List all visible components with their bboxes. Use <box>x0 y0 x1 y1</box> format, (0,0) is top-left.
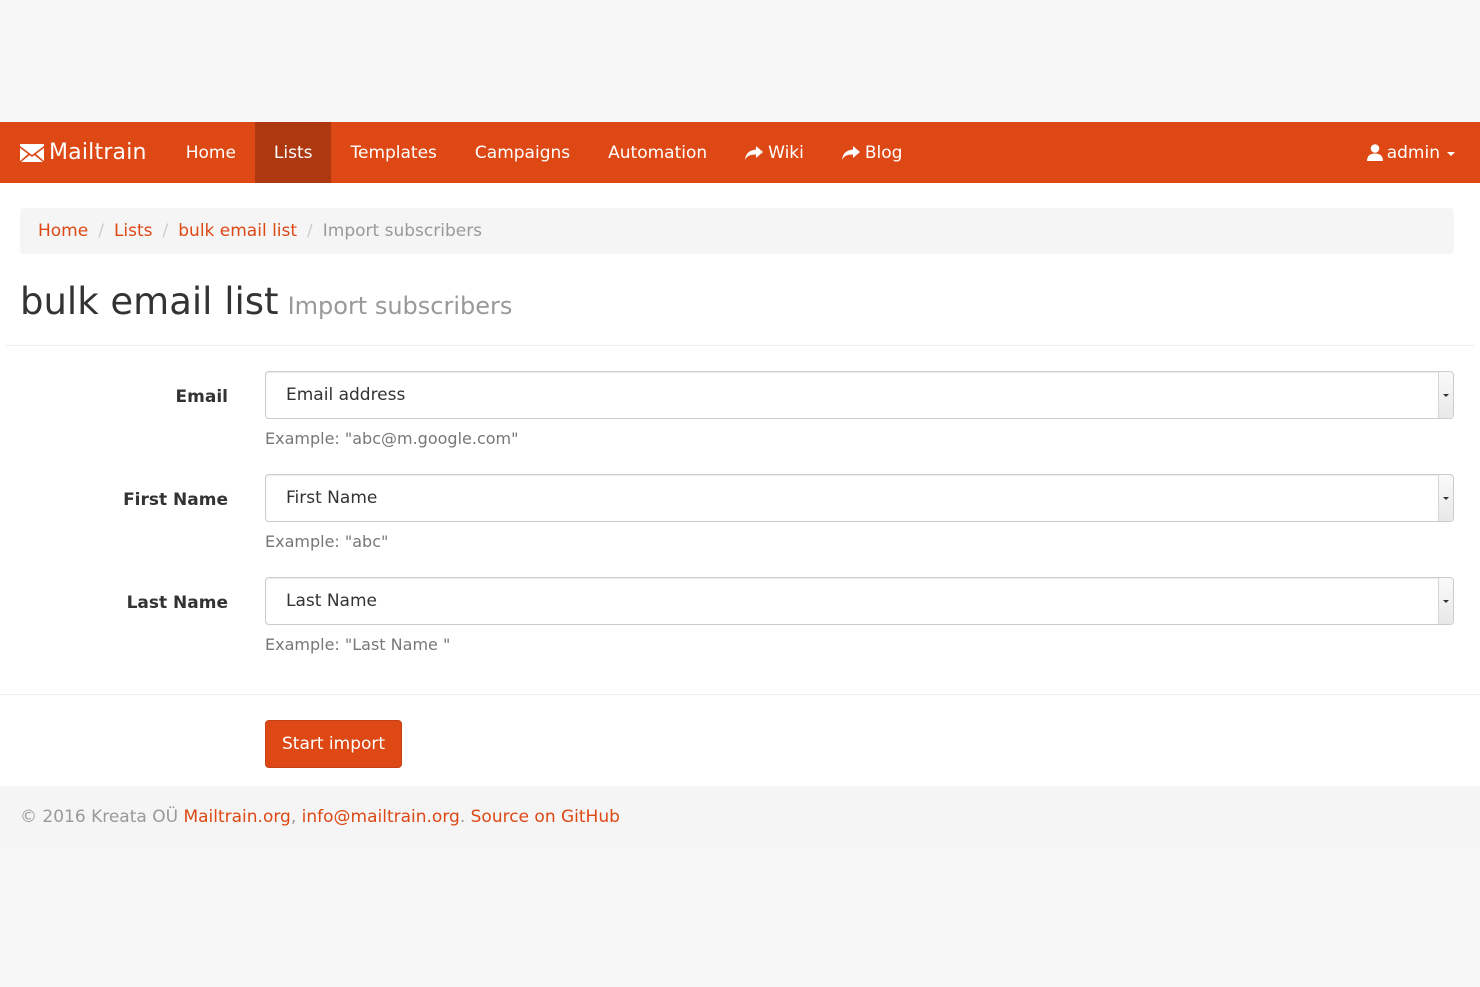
breadcrumb-home[interactable]: Home <box>38 221 88 241</box>
page-title: bulk email list <box>20 280 279 323</box>
breadcrumb-lists[interactable]: Lists <box>114 221 153 241</box>
import-form: Email Email address Example: "abc@m.goog… <box>0 346 1480 768</box>
form-actions: Start import <box>0 695 1480 768</box>
user-menu[interactable]: admin <box>1347 122 1480 183</box>
last-name-column-select[interactable]: Last Name <box>265 577 1454 625</box>
footer-copyright: © 2016 Kreata OÜ <box>20 807 179 827</box>
select-arrow-icon <box>1438 578 1453 624</box>
email-label: Email <box>175 387 228 407</box>
page-subtitle: Import subscribers <box>287 292 513 320</box>
navbar: Mailtrain Home Lists Templates Campaigns… <box>0 122 1480 183</box>
select-arrow-icon <box>1438 372 1453 418</box>
form-group-first-name: First Name First Name Example: "abc" <box>0 474 1480 551</box>
user-name: admin <box>1386 142 1440 163</box>
share-arrow-icon <box>841 145 860 160</box>
select-value: Email address <box>286 385 406 405</box>
share-arrow-icon <box>745 145 764 160</box>
footer: © 2016 Kreata OÜ Mailtrain.org, info@mai… <box>0 786 1480 848</box>
main-content: Home / Lists / bulk email list / Import … <box>0 183 1480 786</box>
breadcrumb-current: Import subscribers <box>322 221 483 241</box>
breadcrumb-separator: / <box>98 221 104 241</box>
last-name-label: Last Name <box>126 593 228 613</box>
field-wrapper: Last Name Example: "Last Name " <box>265 577 1454 654</box>
page: Mailtrain Home Lists Templates Campaigns… <box>0 122 1480 848</box>
user-icon <box>1366 144 1383 161</box>
select-value: Last Name <box>286 591 377 611</box>
page-header: bulk email list Import subscribers <box>6 280 1474 346</box>
first-name-column-select[interactable]: First Name <box>265 474 1454 522</box>
first-name-label: First Name <box>123 490 228 510</box>
caret-down-icon <box>1447 151 1455 156</box>
nav-item-blog[interactable]: Blog <box>823 122 922 183</box>
nav-item-campaigns[interactable]: Campaigns <box>456 122 589 183</box>
footer-github-link[interactable]: Source on GitHub <box>471 807 620 827</box>
select-arrow-icon <box>1438 475 1453 521</box>
email-help-text: Example: "abc@m.google.com" <box>265 429 519 448</box>
breadcrumb-separator: / <box>162 221 169 241</box>
form-group-email: Email Email address Example: "abc@m.goog… <box>0 371 1480 448</box>
breadcrumb: Home / Lists / bulk email list / Import … <box>20 208 1454 254</box>
nav-item-wiki[interactable]: Wiki <box>726 122 823 183</box>
field-wrapper: Email address Example: "abc@m.google.com… <box>265 371 1454 448</box>
nav-item-lists[interactable]: Lists <box>254 122 332 183</box>
brand-label: Mailtrain <box>49 140 147 165</box>
nav-item-automation[interactable]: Automation <box>589 122 726 183</box>
first-name-help-text: Example: "abc" <box>265 532 389 551</box>
footer-site-link[interactable]: Mailtrain.org <box>183 807 290 827</box>
select-value: First Name <box>286 488 378 508</box>
start-import-button[interactable]: Start import <box>265 720 403 768</box>
nav-item-home[interactable]: Home <box>167 122 255 183</box>
breadcrumb-separator: / <box>307 221 313 241</box>
footer-email-link[interactable]: info@mailtrain.org <box>302 807 460 827</box>
footer-dot: . <box>459 807 466 827</box>
breadcrumb-list[interactable]: bulk email list <box>178 221 297 241</box>
last-name-help-text: Example: "Last Name " <box>265 635 451 654</box>
nav-item-templates[interactable]: Templates <box>331 122 455 183</box>
field-wrapper: First Name Example: "abc" <box>265 474 1454 551</box>
email-column-select[interactable]: Email address <box>265 371 1454 419</box>
footer-comma: , <box>290 807 297 827</box>
form-group-last-name: Last Name Last Name Example: "Last Name … <box>0 577 1480 654</box>
brand-link[interactable]: Mailtrain <box>0 122 167 183</box>
envelope-icon <box>20 143 44 162</box>
